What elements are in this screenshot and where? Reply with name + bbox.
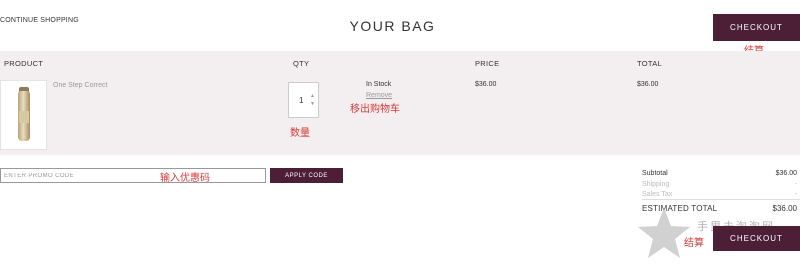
qty-annotation: 数量 [290,128,310,139]
column-header-product: PRODUCT [4,59,44,68]
checkout-button-top[interactable]: CHECKOUT [713,14,800,41]
stepper-arrows-icon[interactable]: ▲ ▼ [310,92,315,108]
promo-annotation: 输入优惠码 [160,173,210,184]
item-price: $36.00 [475,81,497,88]
apply-code-button[interactable]: APPLY CODE [270,168,343,183]
watermark-star-icon [638,208,690,258]
product-name[interactable]: One Step Correct [53,82,107,89]
summary-divider [642,199,800,200]
column-header-total: TOTAL [637,59,662,68]
stock-status: In Stock [366,81,392,88]
remove-annotation: 移出购物车 [350,104,400,115]
quantity-stepper[interactable]: 1 ▲ ▼ [288,82,319,118]
sales-tax-label: Sales Tax [642,191,673,198]
column-header-qty: QTY [293,59,310,68]
item-total: $36.00 [637,81,659,88]
column-header-price: PRICE [475,59,500,68]
shipping-value: - [794,181,797,188]
product-image[interactable] [0,80,47,150]
checkout-annotation-bottom: 结算 [684,238,704,249]
bottle-label [19,111,29,123]
subtotal-label: Subtotal [642,170,668,177]
promo-code-input[interactable] [0,168,266,183]
page-title: YOUR BAG [349,18,436,34]
cart-table [0,51,800,155]
remove-link[interactable]: Remove [366,92,392,99]
checkout-button-bottom[interactable]: CHECKOUT [713,226,800,251]
sales-tax-value: - [794,191,797,198]
estimated-total-value: $36.00 [772,204,797,213]
shipping-label: Shipping [642,181,670,188]
quantity-value[interactable]: 1 [299,96,303,105]
subtotal-value: $36.00 [775,170,797,177]
